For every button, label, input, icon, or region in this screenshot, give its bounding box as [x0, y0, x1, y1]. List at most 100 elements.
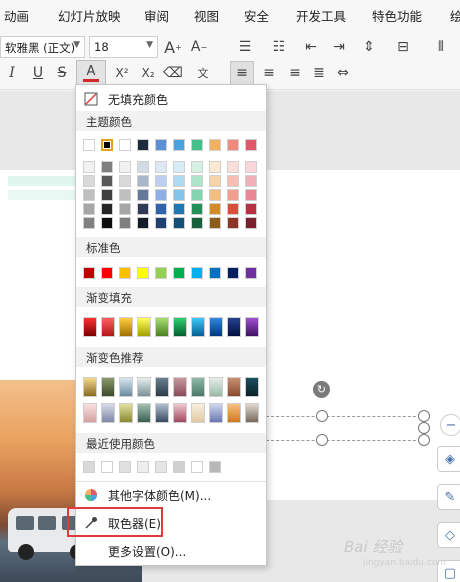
gradient-swatch[interactable]: [119, 377, 133, 397]
shrink-font-icon[interactable]: A −: [188, 36, 210, 58]
align-left-icon[interactable]: ≡: [230, 61, 254, 85]
color-swatch[interactable]: [155, 175, 167, 187]
collapse-icon[interactable]: −: [440, 414, 460, 436]
pen-icon[interactable]: ✎: [437, 484, 460, 510]
color-swatch[interactable]: [173, 461, 185, 473]
more-settings-option[interactable]: 更多设置(O)...: [76, 539, 266, 563]
gradient-swatch[interactable]: [155, 317, 169, 337]
color-swatch[interactable]: [155, 267, 167, 279]
color-swatch[interactable]: [101, 139, 113, 151]
color-swatch[interactable]: [83, 217, 95, 229]
strikethrough-icon[interactable]: S: [52, 62, 72, 84]
color-swatch[interactable]: [155, 139, 167, 151]
color-swatch[interactable]: [119, 189, 131, 201]
gradient-swatch[interactable]: [83, 377, 97, 397]
color-swatch[interactable]: [101, 267, 113, 279]
color-swatch[interactable]: [209, 139, 221, 151]
gradient-swatch[interactable]: [245, 377, 259, 397]
gradient-swatch[interactable]: [191, 317, 205, 337]
superscript-icon[interactable]: X²: [110, 62, 134, 84]
resize-handle[interactable]: [418, 410, 430, 422]
shape-fill-icon[interactable]: ◇: [437, 522, 460, 548]
color-swatch[interactable]: [245, 217, 257, 229]
color-swatch[interactable]: [155, 161, 167, 173]
italic-icon[interactable]: I: [2, 62, 22, 84]
color-swatch[interactable]: [209, 161, 221, 173]
color-swatch[interactable]: [245, 189, 257, 201]
more-colors-option[interactable]: 其他字体颜色(M)...: [76, 483, 266, 507]
gradient-swatch[interactable]: [173, 377, 187, 397]
menu-features[interactable]: 特色功能: [372, 6, 422, 25]
columns-icon[interactable]: ⫴: [426, 36, 456, 58]
menu-view[interactable]: 视图: [194, 6, 219, 25]
color-swatch[interactable]: [155, 203, 167, 215]
color-swatch[interactable]: [173, 217, 185, 229]
color-swatch[interactable]: [137, 217, 149, 229]
color-swatch[interactable]: [83, 461, 95, 473]
color-swatch[interactable]: [173, 203, 185, 215]
font-name-select[interactable]: 软雅黑 (正文) ▼: [0, 36, 85, 58]
color-swatch[interactable]: [101, 461, 113, 473]
gradient-swatch[interactable]: [119, 403, 133, 423]
align-right-icon[interactable]: ≡: [284, 62, 306, 84]
gradient-swatch[interactable]: [245, 403, 259, 423]
color-swatch[interactable]: [227, 189, 239, 201]
color-swatch[interactable]: [227, 139, 239, 151]
gradient-swatch[interactable]: [101, 403, 115, 423]
color-swatch[interactable]: [101, 217, 113, 229]
color-swatch[interactable]: [245, 203, 257, 215]
color-swatch[interactable]: [137, 161, 149, 173]
color-swatch[interactable]: [119, 139, 131, 151]
line-spacing-icon[interactable]: ⇕: [356, 36, 382, 58]
gradient-swatch[interactable]: [137, 403, 151, 423]
resize-handle[interactable]: [418, 422, 430, 434]
menu-developer[interactable]: 开发工具: [296, 6, 346, 25]
color-swatch[interactable]: [191, 217, 203, 229]
color-swatch[interactable]: [227, 161, 239, 173]
gradient-swatch[interactable]: [155, 403, 169, 423]
gradient-swatch[interactable]: [209, 403, 223, 423]
color-swatch[interactable]: [83, 203, 95, 215]
color-swatch[interactable]: [155, 461, 167, 473]
color-swatch[interactable]: [209, 203, 221, 215]
color-swatch[interactable]: [101, 203, 113, 215]
color-swatch[interactable]: [209, 267, 221, 279]
color-swatch[interactable]: [83, 175, 95, 187]
color-swatch[interactable]: [245, 139, 257, 151]
color-swatch[interactable]: [173, 267, 185, 279]
bullet-list-icon[interactable]: ☰: [232, 36, 258, 58]
gradient-swatch[interactable]: [173, 403, 187, 423]
no-fill-option[interactable]: 无填充颜色: [76, 87, 266, 111]
font-size-select[interactable]: 18 ▼: [89, 36, 158, 58]
indent-increase-icon[interactable]: ⇥: [328, 36, 350, 58]
font-color-button[interactable]: A: [76, 60, 106, 86]
grow-font-icon[interactable]: A +: [162, 36, 184, 58]
gradient-swatch[interactable]: [191, 403, 205, 423]
color-swatch[interactable]: [101, 189, 113, 201]
gradient-swatch[interactable]: [209, 377, 223, 397]
gradient-swatch[interactable]: [245, 317, 259, 337]
color-swatch[interactable]: [83, 161, 95, 173]
color-swatch[interactable]: [173, 175, 185, 187]
gradient-swatch[interactable]: [173, 317, 187, 337]
gradient-swatch[interactable]: [83, 317, 97, 337]
color-swatch[interactable]: [83, 139, 95, 151]
color-swatch[interactable]: [191, 161, 203, 173]
color-swatch[interactable]: [191, 203, 203, 215]
gradient-swatch[interactable]: [137, 317, 151, 337]
color-swatch[interactable]: [227, 217, 239, 229]
underline-icon[interactable]: U: [28, 62, 48, 84]
color-swatch[interactable]: [155, 217, 167, 229]
color-swatch[interactable]: [173, 161, 185, 173]
subscript-icon[interactable]: X₂: [136, 62, 160, 84]
justify-icon[interactable]: ≣: [308, 62, 330, 84]
resize-handle[interactable]: [316, 410, 328, 422]
color-swatch[interactable]: [191, 175, 203, 187]
gradient-swatch[interactable]: [155, 377, 169, 397]
color-swatch[interactable]: [245, 175, 257, 187]
clear-format-icon[interactable]: ⌫: [162, 62, 184, 84]
gradient-swatch[interactable]: [209, 317, 223, 337]
distributed-icon[interactable]: ⇔: [332, 62, 354, 84]
gradient-swatch[interactable]: [83, 403, 97, 423]
gradient-swatch[interactable]: [101, 377, 115, 397]
